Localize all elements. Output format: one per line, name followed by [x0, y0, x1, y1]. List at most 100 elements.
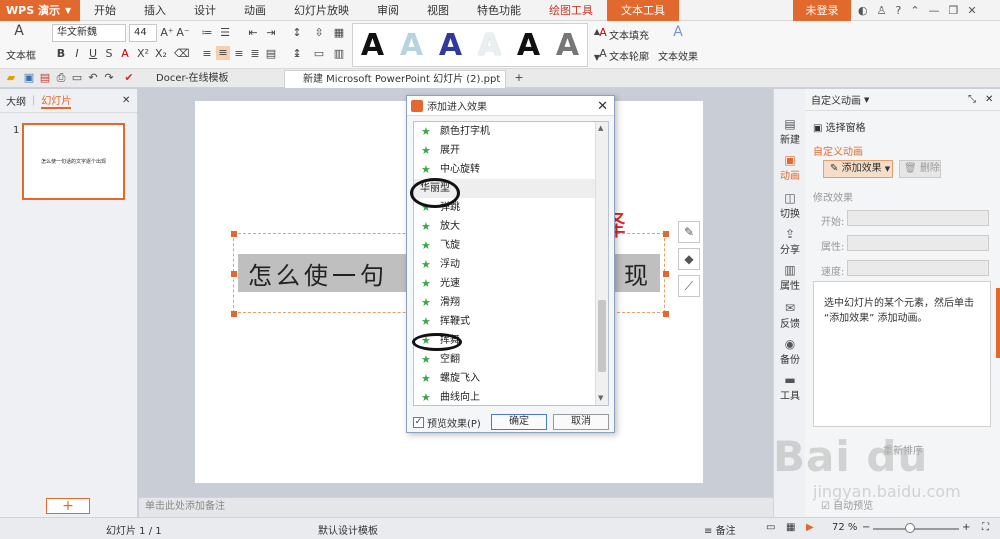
line-spacing-icon[interactable]: ↨	[290, 47, 304, 61]
panel-close-icon[interactable]: ✕	[122, 95, 130, 106]
side-tab-share[interactable]: ⇪ 分享	[774, 227, 806, 256]
bullets-icon[interactable]: ≔	[200, 26, 214, 40]
menu-drawing-tools[interactable]: 绘图工具	[535, 0, 607, 21]
edit-shape-icon[interactable]: ✎	[678, 221, 700, 243]
list-item[interactable]: ★ 浮动	[414, 255, 608, 274]
grow-font-icon[interactable]: A⁺	[160, 26, 174, 40]
resize-handle[interactable]	[231, 231, 237, 237]
resize-handle[interactable]	[663, 231, 669, 237]
close-icon[interactable]: ✕	[597, 99, 608, 114]
list-item[interactable]: ★ 螺旋飞入	[414, 369, 608, 388]
font-name-select[interactable]: 华文新魏	[52, 24, 126, 42]
list-item[interactable]: ★ 曲线向上	[414, 388, 608, 405]
add-slide-button[interactable]: +	[46, 498, 90, 514]
text-outline-icon[interactable]: A	[596, 47, 610, 61]
skin-icon[interactable]: ◐	[858, 4, 868, 17]
collapse-icon[interactable]: ⌃	[910, 4, 919, 17]
open-icon[interactable]: ▰	[4, 71, 18, 85]
font-size-select[interactable]: 44	[129, 24, 157, 42]
export-pdf-icon[interactable]: ▤	[38, 71, 52, 85]
paragraph-icon[interactable]: ▭	[312, 47, 326, 61]
maximize-icon[interactable]: ❐	[949, 4, 959, 17]
dock-icon[interactable]: ⤡	[968, 94, 976, 105]
list-item[interactable]: ★ 空翻	[414, 350, 608, 369]
print-icon[interactable]: ⎙	[54, 71, 68, 85]
start-select[interactable]	[847, 210, 989, 226]
list-item[interactable]: ★ 中心旋转	[414, 160, 608, 179]
italic-icon[interactable]: I	[70, 47, 84, 61]
sorter-view-icon[interactable]: ▦	[786, 522, 795, 533]
text-outline-label[interactable]: 文本轮廓	[609, 48, 649, 63]
clear-format-icon[interactable]: ⌫	[174, 47, 190, 61]
tab-docer-template[interactable]: Docer-在线模板	[138, 70, 278, 88]
zoom-out-icon[interactable]: −	[862, 522, 870, 533]
tab-outline[interactable]: 大纲	[6, 93, 26, 108]
list-item[interactable]: ★ 光速	[414, 274, 608, 293]
ok-button[interactable]: 确定	[491, 414, 547, 430]
list-item[interactable]: ★ 放大	[414, 217, 608, 236]
distribute-icon[interactable]: ▤	[264, 47, 278, 61]
menu-slideshow[interactable]: 幻灯片放映	[280, 0, 363, 21]
side-tab-new[interactable]: ▤ 新建	[774, 117, 806, 146]
bold-icon[interactable]: B	[54, 47, 68, 61]
resize-handle[interactable]	[663, 311, 669, 317]
text-fill-icon[interactable]: A	[596, 26, 610, 40]
side-tab-transition[interactable]: ◫ 切换	[774, 191, 806, 220]
wordart-style-1[interactable]: A	[361, 28, 384, 63]
slideshow-icon[interactable]: ▶	[806, 522, 814, 533]
redo-icon[interactable]: ↷	[102, 71, 116, 85]
menu-features[interactable]: 特色功能	[463, 0, 535, 21]
tab-slides[interactable]: 幻灯片	[41, 92, 72, 109]
align-right-icon[interactable]: ≡	[232, 47, 246, 61]
side-tab-animation[interactable]: ▣ 动画	[774, 153, 806, 182]
fill-bucket-icon[interactable]: ◆	[678, 248, 700, 270]
justify-icon[interactable]: ≣	[248, 47, 262, 61]
chevron-down-icon[interactable]: ▼	[864, 96, 869, 104]
scroll-thumb[interactable]	[598, 300, 606, 372]
scroll-down-icon[interactable]: ▼	[598, 394, 603, 402]
wordart-style-6[interactable]: A	[556, 28, 579, 63]
minimize-icon[interactable]: —	[929, 4, 940, 17]
menu-view[interactable]: 视图	[413, 0, 463, 21]
close-icon[interactable]: ✕	[985, 94, 993, 105]
menu-text-tools[interactable]: 文本工具	[607, 0, 679, 21]
align-left-icon[interactable]: ≡	[200, 47, 214, 61]
selection-pane-link[interactable]: ▣ 选择窗格	[813, 119, 866, 134]
tab-document[interactable]: 新建 Microsoft PowerPoint 幻灯片 (2).ppt * ✕	[284, 70, 506, 103]
list-item[interactable]: ★ 飞旋	[414, 236, 608, 255]
cancel-button[interactable]: 取消	[553, 414, 609, 430]
shirt-icon[interactable]: ♙	[877, 4, 887, 17]
menu-animation[interactable]: 动画	[230, 0, 280, 21]
align-center-icon[interactable]: ≡	[216, 46, 230, 60]
scroll-up-icon[interactable]: ▲	[598, 124, 603, 132]
add-effect-button[interactable]: ✎ 添加效果 ▼	[823, 160, 893, 178]
preview-icon[interactable]: ▭	[70, 71, 84, 85]
property-select[interactable]	[847, 235, 989, 251]
smartart-icon[interactable]: ▦	[332, 26, 346, 40]
resize-handle[interactable]	[231, 311, 237, 317]
list-item[interactable]: ★ 滑翔	[414, 293, 608, 312]
wordart-style-5[interactable]: A	[517, 28, 540, 63]
decrease-indent-icon[interactable]: ⇤	[246, 26, 260, 40]
effect-list[interactable]: ★ 颜色打字机 ★ 展开 ★ 中心旋转 华丽型 ★ 弹跳 ★ 放大 ★ 飞旋 ★ 浮动 ★ 光速…	[413, 121, 609, 406]
menu-review[interactable]: 审阅	[363, 0, 413, 21]
speed-select[interactable]	[847, 260, 989, 276]
zoom-in-icon[interactable]: +	[962, 522, 970, 533]
list-item[interactable]: ★ 挥鞭式	[414, 312, 608, 331]
resize-handle[interactable]	[231, 271, 237, 277]
list-scrollbar[interactable]: ▲ ▼	[595, 122, 608, 405]
side-tab-properties[interactable]: ▥ 属性	[774, 263, 806, 292]
fit-window-icon[interactable]: ⛶	[982, 522, 989, 533]
slide-thumbnail[interactable]: 怎么使一句话的文字逐个出现	[22, 123, 125, 200]
numbering-icon[interactable]: ☰	[218, 26, 232, 40]
wordart-style-4[interactable]: A	[478, 28, 501, 63]
increase-indent-icon[interactable]: ⇥	[264, 26, 278, 40]
align-text-icon[interactable]: ⇳	[312, 26, 326, 40]
resize-handle[interactable]	[663, 271, 669, 277]
zoom-level[interactable]: 72 %	[832, 522, 857, 533]
delete-button[interactable]: 🗑 删除	[899, 160, 941, 178]
side-tab-tools[interactable]: ▬ 工具	[774, 373, 806, 402]
font-color-icon[interactable]: A	[118, 47, 132, 61]
close-icon[interactable]: ✕	[967, 4, 976, 17]
help-icon[interactable]: ?	[895, 4, 901, 17]
